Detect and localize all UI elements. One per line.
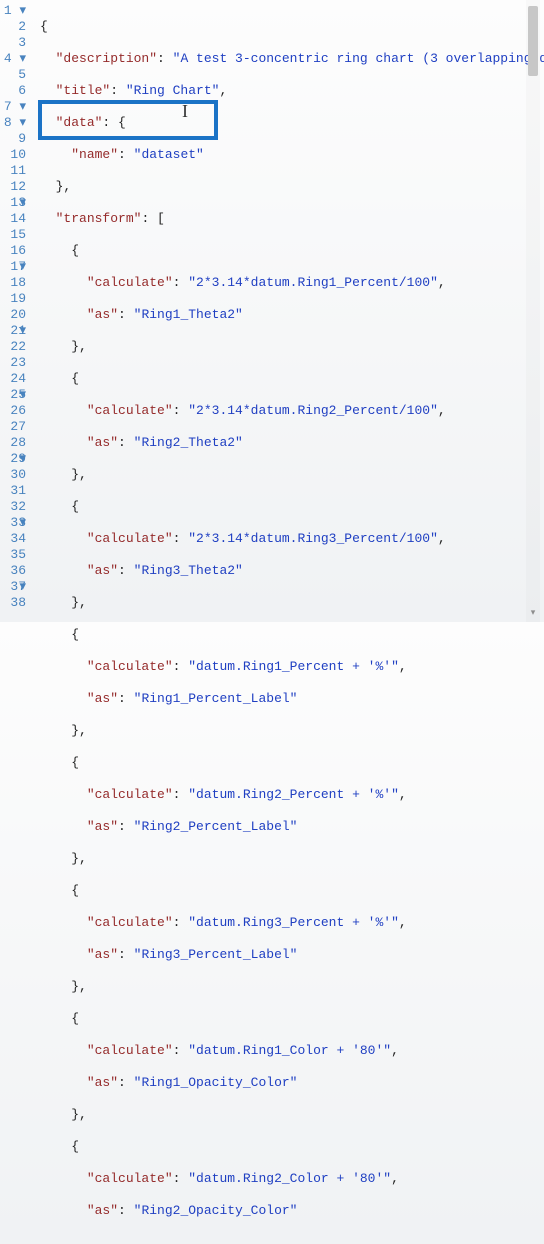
line-number: 23	[0, 355, 26, 371]
line-number: 25	[0, 387, 26, 403]
vertical-scrollbar[interactable]: ▾	[526, 0, 540, 622]
line-number: 9	[0, 131, 26, 147]
line-number: 4 ▾	[0, 51, 26, 67]
line-number: 18	[0, 275, 26, 291]
code-editor[interactable]: 1 ▾ 2 3 4 ▾ 5 6 7 ▾ 8 ▾ 9 10 11 12 ▾ 13 …	[0, 0, 544, 622]
line-number: 2	[0, 19, 26, 35]
line-number: 12 ▾	[0, 179, 26, 195]
scroll-thumb[interactable]	[528, 6, 538, 76]
line-number: 28 ▾	[0, 435, 26, 451]
line-number: 29	[0, 451, 26, 467]
line-number: 37	[0, 579, 26, 595]
line-number: 10	[0, 147, 26, 163]
line-number: 3	[0, 35, 26, 51]
line-number: 17	[0, 259, 26, 275]
line-number: 36 ▾	[0, 563, 26, 579]
line-number: 27	[0, 419, 26, 435]
line-number: 30	[0, 467, 26, 483]
line-number: 13	[0, 195, 26, 211]
line-number: 14	[0, 211, 26, 227]
line-number: 20 ▾	[0, 307, 26, 323]
line-number: 11	[0, 163, 26, 179]
line-number: 26	[0, 403, 26, 419]
line-number: 35	[0, 547, 26, 563]
line-number: 38	[0, 595, 26, 611]
scroll-down-arrow-icon[interactable]: ▾	[528, 608, 538, 618]
line-number: 32 ▾	[0, 499, 26, 515]
line-number: 19	[0, 291, 26, 307]
line-number: 1 ▾	[0, 3, 26, 19]
line-number: 21	[0, 323, 26, 339]
code-area[interactable]: { "description": "A test 3-concentric ri…	[34, 3, 544, 622]
line-number-gutter: 1 ▾ 2 3 4 ▾ 5 6 7 ▾ 8 ▾ 9 10 11 12 ▾ 13 …	[0, 3, 34, 622]
line-number: 16 ▾	[0, 243, 26, 259]
line-number: 22	[0, 339, 26, 355]
line-number: 15	[0, 227, 26, 243]
line-number: 34	[0, 531, 26, 547]
line-number: 24 ▾	[0, 371, 26, 387]
line-number: 6	[0, 83, 26, 99]
line-number: 7 ▾	[0, 99, 26, 115]
line-number: 5	[0, 67, 26, 83]
line-number: 8 ▾	[0, 115, 26, 131]
line-number: 31	[0, 483, 26, 499]
line-number: 33	[0, 515, 26, 531]
